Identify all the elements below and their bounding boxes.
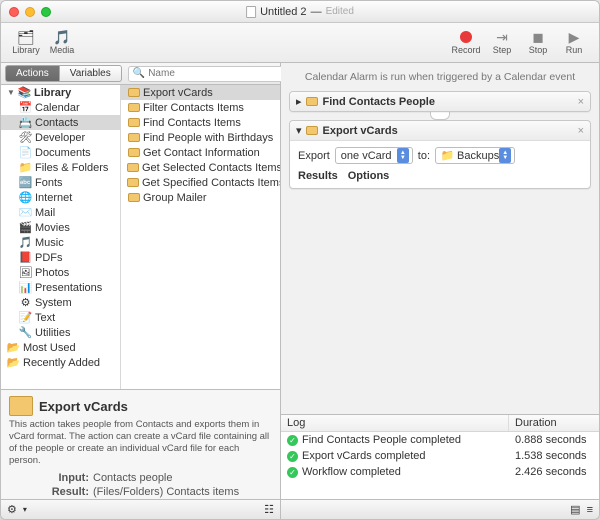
workflow-banner: Calendar Alarm is run when triggered by … bbox=[281, 63, 599, 91]
automator-window: Untitled 2 — Edited 🗂 Library 🎵 Media Re… bbox=[0, 0, 600, 520]
search-icon: 🔍 bbox=[133, 68, 145, 79]
description-text: This action takes people from Contacts a… bbox=[9, 419, 272, 467]
action-find-contacts-items[interactable]: Find Contacts Items bbox=[121, 115, 280, 130]
search-input[interactable] bbox=[148, 68, 280, 79]
library-item-files-folders[interactable]: 📁Files & Folders bbox=[1, 160, 120, 175]
step-button[interactable]: ⇥ Step bbox=[485, 25, 519, 59]
library-item-developer[interactable]: 🛠Developer bbox=[1, 130, 120, 145]
library-item-music[interactable]: 🎵Music bbox=[1, 235, 120, 250]
title-sep: — bbox=[311, 6, 322, 18]
results-tab[interactable]: Results bbox=[298, 170, 338, 182]
disclosure-icon[interactable]: ▸ bbox=[296, 95, 302, 108]
library-item-internet[interactable]: 🌐Internet bbox=[1, 190, 120, 205]
record-button[interactable]: Record bbox=[449, 25, 483, 59]
library-button[interactable]: 🗂 Library bbox=[9, 25, 43, 59]
check-icon: ✓ bbox=[287, 467, 298, 478]
library-item-mail[interactable]: ✉️Mail bbox=[1, 205, 120, 220]
minimize-window[interactable] bbox=[25, 7, 35, 17]
action-group-mailer[interactable]: Group Mailer bbox=[121, 190, 280, 205]
tab-variables[interactable]: Variables bbox=[60, 65, 122, 82]
library-item-movies[interactable]: 🎬Movies bbox=[1, 220, 120, 235]
description-title: Export vCards bbox=[39, 399, 128, 414]
log-view-icon[interactable]: ▤ bbox=[570, 503, 580, 516]
toolbar-left: 🗂 Library 🎵 Media bbox=[9, 25, 79, 62]
description-icon bbox=[9, 396, 33, 416]
workflow-pane: Calendar Alarm is run when triggered by … bbox=[281, 63, 599, 519]
library-root[interactable]: ▼📚Library bbox=[1, 85, 120, 100]
destination-popup[interactable]: 📁Backups▲▼ bbox=[435, 147, 515, 164]
check-icon: ✓ bbox=[287, 451, 298, 462]
library-item-most-used[interactable]: 📂Most Used bbox=[1, 340, 120, 355]
workflow-action-1[interactable]: ▾Export vCards× Export one vCard▲▼ to: 📁… bbox=[289, 120, 591, 189]
library-item-photos[interactable]: 🖼Photos bbox=[1, 265, 120, 280]
remove-action-icon[interactable]: × bbox=[578, 125, 584, 137]
library-item-utilities[interactable]: 🔧Utilities bbox=[1, 325, 120, 340]
connector bbox=[289, 112, 591, 120]
workflow-canvas[interactable]: ▸Find Contacts People× ▾Export vCards× E… bbox=[281, 91, 599, 414]
media-button[interactable]: 🎵 Media bbox=[45, 25, 79, 59]
toolbar: 🗂 Library 🎵 Media Record ⇥ Step ◼ Stop bbox=[1, 23, 599, 63]
stop-button[interactable]: ◼ Stop bbox=[521, 25, 555, 59]
traffic-lights bbox=[9, 7, 51, 17]
log-row: ✓Find Contacts People completed0.888 sec… bbox=[281, 432, 599, 448]
library-icon: 🗂 bbox=[17, 29, 35, 45]
action-get-contact-information[interactable]: Get Contact Information bbox=[121, 145, 280, 160]
action-find-people-with-birthdays[interactable]: Find People with Birthdays bbox=[121, 130, 280, 145]
gear-icon[interactable]: ⚙ bbox=[7, 503, 17, 516]
library-item-presentations[interactable]: 📊Presentations bbox=[1, 280, 120, 295]
library-item-system[interactable]: ⚙System bbox=[1, 295, 120, 310]
remove-action-icon[interactable]: × bbox=[578, 96, 584, 108]
workflow-action-0[interactable]: ▸Find Contacts People× bbox=[289, 91, 591, 112]
workflow-view-icon[interactable]: ☷ bbox=[264, 503, 274, 516]
left-statusbar: ⚙ ▾ ☷ bbox=[1, 499, 280, 519]
export-label: Export bbox=[298, 150, 330, 162]
stop-icon: ◼ bbox=[529, 29, 547, 45]
zoom-window[interactable] bbox=[41, 7, 51, 17]
vars-view-icon[interactable]: ≡ bbox=[587, 504, 593, 516]
log-row: ✓Export vCards completed1.538 seconds bbox=[281, 448, 599, 464]
titlebar: Untitled 2 — Edited bbox=[1, 1, 599, 23]
library-item-text[interactable]: 📝Text bbox=[1, 310, 120, 325]
description-row: Input:Contacts people bbox=[9, 471, 272, 486]
library-item-fonts[interactable]: 🔤Fonts bbox=[1, 175, 120, 190]
log-pane: Log Duration ✓Find Contacts People compl… bbox=[281, 414, 599, 499]
step-icon: ⇥ bbox=[493, 29, 511, 45]
options-tab[interactable]: Options bbox=[348, 170, 390, 182]
run-button[interactable]: ▶ Run bbox=[557, 25, 591, 59]
library-tabs: Actions Variables 🔍 bbox=[1, 63, 280, 85]
close-window[interactable] bbox=[9, 7, 19, 17]
right-statusbar: ▤ ≡ bbox=[281, 499, 599, 519]
window-title: Untitled 2 — Edited bbox=[246, 6, 354, 18]
export-mode-popup[interactable]: one vCard▲▼ bbox=[335, 147, 413, 164]
record-icon bbox=[457, 29, 475, 45]
action-export-vcards[interactable]: Export vCards bbox=[121, 85, 280, 100]
dropdown-icon[interactable]: ▾ bbox=[23, 505, 27, 514]
actions-list[interactable]: Export vCardsFilter Contacts ItemsFind C… bbox=[121, 85, 280, 389]
library-item-documents[interactable]: 📄Documents bbox=[1, 145, 120, 160]
description-pane: Export vCards This action takes people f… bbox=[1, 389, 280, 499]
tab-actions[interactable]: Actions bbox=[5, 65, 60, 82]
library-item-pdfs[interactable]: 📕PDFs bbox=[1, 250, 120, 265]
edited-badge: Edited bbox=[326, 6, 354, 17]
title-text: Untitled 2 bbox=[260, 6, 306, 18]
disclosure-icon[interactable]: ▾ bbox=[296, 124, 302, 137]
action-get-selected-contacts-items[interactable]: Get Selected Contacts Items bbox=[121, 160, 280, 175]
to-label: to: bbox=[418, 150, 430, 162]
action-filter-contacts-items[interactable]: Filter Contacts Items bbox=[121, 100, 280, 115]
library-item-calendar[interactable]: 📅Calendar bbox=[1, 100, 120, 115]
document-icon bbox=[246, 6, 256, 18]
toolbar-right: Record ⇥ Step ◼ Stop ▶ Run bbox=[449, 25, 591, 62]
check-icon: ✓ bbox=[287, 435, 298, 446]
library-item-contacts[interactable]: 📇Contacts bbox=[1, 115, 120, 130]
library-categories[interactable]: ▼📚Library📅Calendar📇Contacts🛠Developer📄Do… bbox=[1, 85, 121, 389]
log-row: ✓Workflow completed2.426 seconds bbox=[281, 464, 599, 480]
action-get-specified-contacts-items[interactable]: Get Specified Contacts Items bbox=[121, 175, 280, 190]
search-field[interactable]: 🔍 bbox=[128, 66, 285, 82]
play-icon: ▶ bbox=[565, 29, 583, 45]
description-row: Result:(Files/Folders) Contacts items co… bbox=[9, 485, 272, 499]
library-pane: Actions Variables 🔍 ▼📚Library📅Calendar📇C… bbox=[1, 63, 281, 519]
log-header: Log Duration bbox=[281, 415, 599, 432]
library-item-recently-added[interactable]: 📂Recently Added bbox=[1, 355, 120, 370]
media-icon: 🎵 bbox=[53, 29, 71, 45]
